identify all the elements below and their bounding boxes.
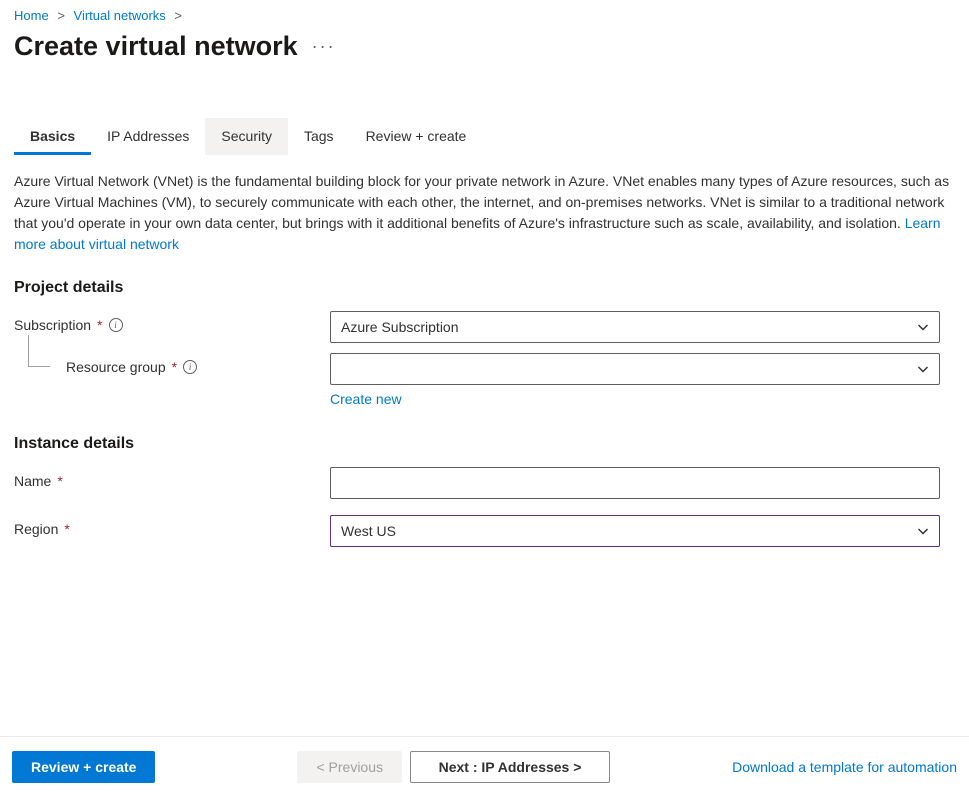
- review-create-button[interactable]: Review + create: [12, 751, 155, 783]
- previous-button[interactable]: < Previous: [297, 751, 402, 783]
- project-details-heading: Project details: [14, 279, 955, 297]
- name-label: Name: [14, 473, 51, 489]
- tab-review-create[interactable]: Review + create: [350, 118, 483, 155]
- tab-tags[interactable]: Tags: [288, 118, 350, 155]
- description-text: Azure Virtual Network (VNet) is the fund…: [14, 171, 955, 255]
- content-area: Azure Virtual Network (VNet) is the fund…: [0, 155, 969, 577]
- footer-bar: Review + create < Previous Next : IP Add…: [0, 736, 969, 797]
- region-row: Region * West US: [14, 515, 955, 547]
- chevron-down-icon: [917, 363, 929, 375]
- required-marker: *: [172, 359, 177, 375]
- resource-group-input-col: Create new: [330, 353, 940, 407]
- name-input-col: [330, 467, 940, 499]
- required-marker: *: [97, 317, 102, 333]
- breadcrumb-vnets-link[interactable]: Virtual networks: [74, 8, 166, 23]
- name-input[interactable]: [330, 467, 940, 499]
- resource-group-label-col: Resource group * i: [14, 353, 330, 375]
- description-body: Azure Virtual Network (VNet) is the fund…: [14, 173, 949, 231]
- breadcrumb-sep: >: [174, 8, 182, 23]
- subscription-input-col: Azure Subscription: [330, 311, 940, 343]
- resource-group-select[interactable]: [330, 353, 940, 385]
- subscription-row: Subscription * i Azure Subscription: [14, 311, 955, 343]
- info-icon[interactable]: i: [109, 318, 123, 332]
- instance-details-heading: Instance details: [14, 435, 955, 453]
- region-value: West US: [341, 523, 396, 539]
- info-icon[interactable]: i: [183, 360, 197, 374]
- chevron-down-icon: [917, 321, 929, 333]
- page-title: Create virtual network: [14, 31, 298, 62]
- resource-group-label: Resource group: [66, 359, 166, 375]
- tab-basics[interactable]: Basics: [14, 118, 91, 155]
- region-label-col: Region *: [14, 515, 330, 537]
- subscription-select[interactable]: Azure Subscription: [330, 311, 940, 343]
- name-label-col: Name *: [14, 467, 330, 489]
- page-title-row: Create virtual network ···: [0, 25, 969, 82]
- tab-security[interactable]: Security: [205, 118, 288, 155]
- more-actions-button[interactable]: ···: [312, 36, 336, 57]
- subscription-label-col: Subscription * i: [14, 311, 330, 333]
- tab-ip-addresses[interactable]: IP Addresses: [91, 118, 205, 155]
- tabs: Basics IP Addresses Security Tags Review…: [0, 118, 969, 155]
- next-button[interactable]: Next : IP Addresses >: [410, 751, 610, 783]
- download-template-link[interactable]: Download a template for automation: [732, 759, 957, 775]
- breadcrumb-home-link[interactable]: Home: [14, 8, 49, 23]
- breadcrumb-sep: >: [57, 8, 65, 23]
- region-select[interactable]: West US: [330, 515, 940, 547]
- region-input-col: West US: [330, 515, 940, 547]
- subscription-value: Azure Subscription: [341, 319, 459, 335]
- create-new-link[interactable]: Create new: [330, 391, 402, 407]
- chevron-down-icon: [917, 525, 929, 537]
- required-marker: *: [64, 521, 69, 537]
- required-marker: *: [57, 473, 62, 489]
- region-label: Region: [14, 521, 58, 537]
- name-row: Name *: [14, 467, 955, 499]
- subscription-label: Subscription: [14, 317, 91, 333]
- breadcrumb: Home > Virtual networks >: [0, 0, 969, 25]
- tree-connector: [28, 335, 50, 367]
- resource-group-row: Resource group * i Create new: [14, 353, 955, 407]
